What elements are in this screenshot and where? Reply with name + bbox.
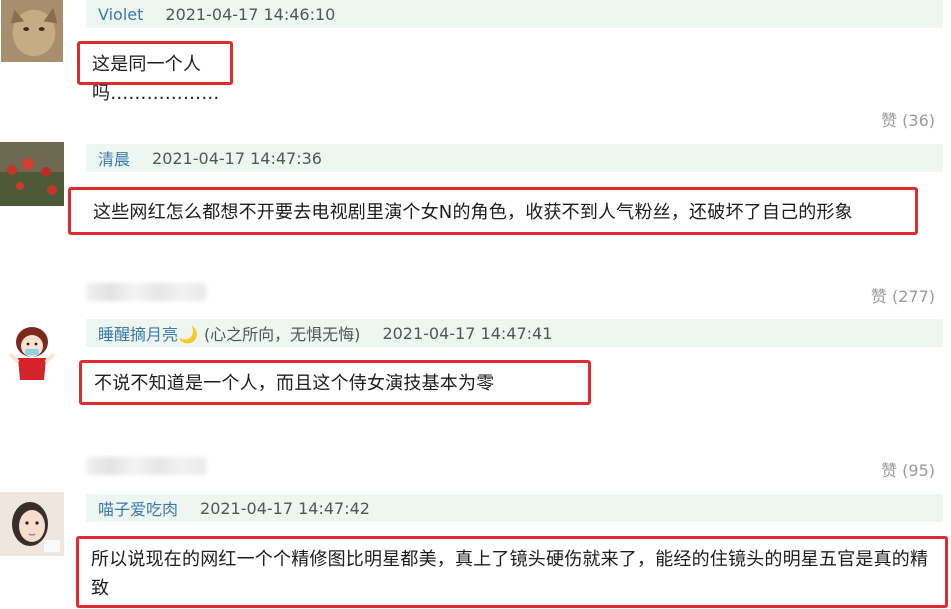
- comment-meta: 睡醒摘月亮🌙 (心之所向，无惧无悔) 2021-04-17 14:47:41: [86, 319, 943, 347]
- avatar[interactable]: [0, 0, 64, 62]
- username[interactable]: 睡醒摘月亮🌙: [98, 321, 198, 345]
- username[interactable]: 清晨: [98, 146, 130, 170]
- comment-text: 这是同一个人吗………………: [77, 41, 233, 104]
- avatar[interactable]: [0, 492, 64, 556]
- timestamp: 2021-04-17 14:47:36: [152, 148, 322, 168]
- avatar[interactable]: [0, 142, 64, 206]
- avatar-flowers-image: [0, 142, 64, 206]
- username[interactable]: Violet: [98, 5, 143, 24]
- avatar[interactable]: [0, 318, 64, 382]
- like-button[interactable]: 赞 (36): [881, 107, 935, 131]
- comment-text: 不说不知道是一个人，而且这个侍女演技基本为零: [79, 360, 591, 405]
- like-button[interactable]: 赞 (277): [871, 283, 935, 307]
- avatar-cat-image: [1, 0, 63, 62]
- like-button[interactable]: 赞 (95): [881, 457, 935, 481]
- username[interactable]: 喵子爱吃肉: [98, 496, 178, 520]
- comment-meta: 喵子爱吃肉 2021-04-17 14:47:42: [86, 494, 943, 522]
- comment-text: 所以说现在的网红一个个精修图比明星都美，真上了镜头硬伤就来了，能经的住镜头的明星…: [76, 536, 948, 608]
- user-subtitle: (心之所向，无惧无悔): [203, 325, 361, 344]
- blurred-username: [86, 283, 206, 301]
- avatar-girl-photo-image: [0, 492, 64, 556]
- blurred-username: [86, 457, 206, 475]
- comment-text: 这些网红怎么都想不开要去电视剧里演个女N的角色，收获不到人气粉丝，还破坏了自己的…: [68, 187, 918, 235]
- comment-meta: 清晨 2021-04-17 14:47:36: [86, 144, 943, 172]
- avatar-cartoon-girl-image: [0, 318, 64, 382]
- timestamp: 2021-04-17 14:47:42: [200, 498, 370, 518]
- comment-meta: Violet 2021-04-17 14:46:10: [86, 0, 943, 28]
- timestamp: 2021-04-17 14:47:41: [382, 323, 553, 343]
- timestamp: 2021-04-17 14:46:10: [165, 4, 336, 24]
